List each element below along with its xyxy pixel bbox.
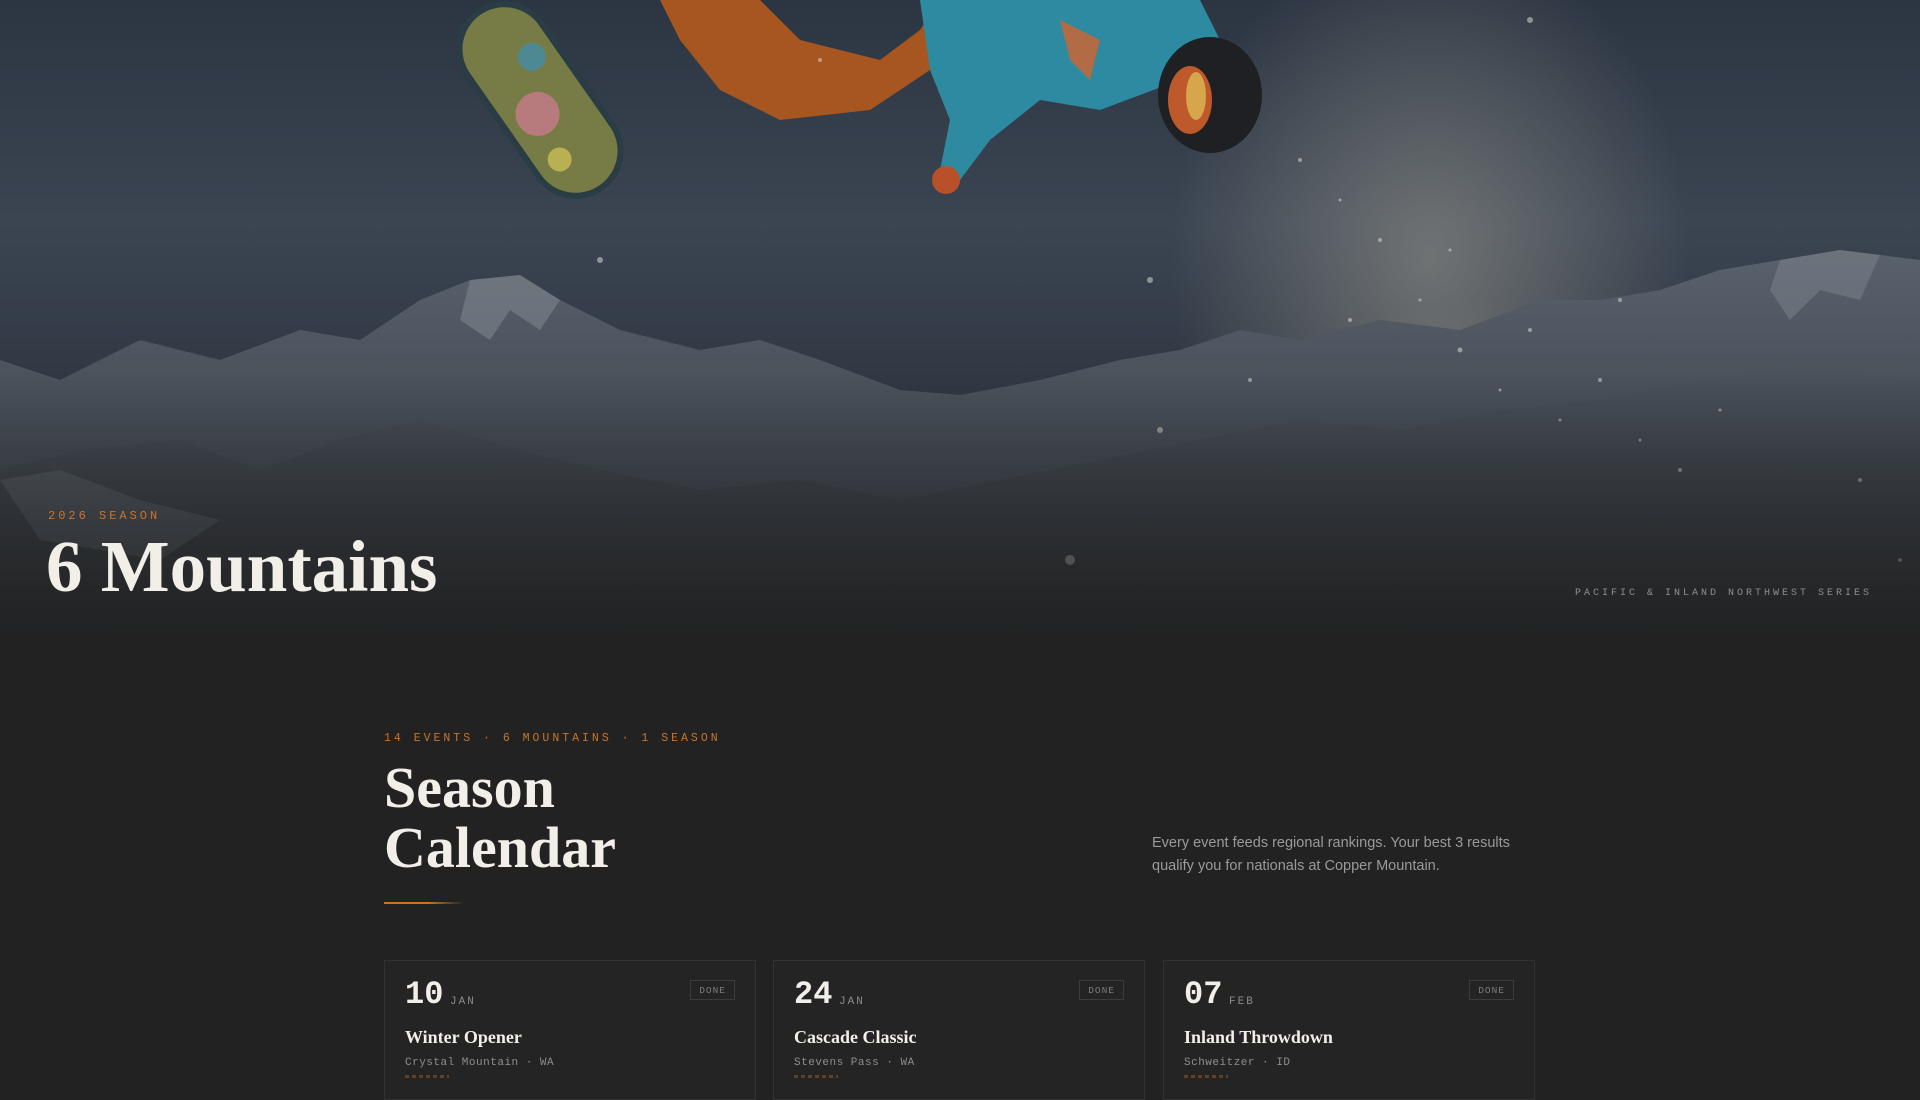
event-location: Schweitzer · ID: [1184, 1057, 1291, 1069]
event-month: FEB: [1229, 996, 1255, 1008]
event-day: 10: [405, 976, 444, 1013]
hero-title: 6 Mountains: [46, 526, 438, 607]
event-name: Inland Throwdown: [1184, 1027, 1333, 1047]
event-location: Stevens Pass · WA: [794, 1057, 915, 1069]
event-month: JAN: [839, 996, 865, 1008]
event-card[interactable]: 24 JAN DONE Cascade Classic Stevens Pass…: [773, 960, 1145, 1100]
event-day: 07: [1184, 976, 1223, 1013]
hero-season-label: 2026 SEASON: [48, 509, 161, 523]
calendar-title: Season Calendar: [384, 755, 616, 880]
status-badge: DONE: [1079, 980, 1124, 1000]
hero-banner: 2026 SEASON 6 Mountains PACIFIC & INLAND…: [0, 0, 1920, 634]
event-name: Winter Opener: [405, 1027, 522, 1047]
hero-series-label: PACIFIC & INLAND NORTHWEST SERIES: [1574, 588, 1872, 599]
event-card[interactable]: 10 JAN DONE Winter Opener Crystal Mounta…: [384, 960, 756, 1100]
season-calendar-section: 14 EVENTS · 6 MOUNTAINS · 1 SEASON Seaso…: [0, 634, 1920, 1100]
event-name: Cascade Classic: [794, 1027, 917, 1047]
calendar-stats-label: 14 EVENTS · 6 MOUNTAINS · 1 SEASON: [384, 732, 721, 745]
event-card-list: 10 JAN DONE Winter Opener Crystal Mounta…: [384, 960, 1536, 1100]
title-underline: [384, 902, 464, 904]
event-card[interactable]: 07 FEB DONE Inland Throwdown Schweitzer …: [1163, 960, 1535, 1100]
event-detail-truncated: [405, 1075, 449, 1078]
event-detail-truncated: [794, 1075, 838, 1078]
event-month: JAN: [450, 996, 476, 1008]
event-detail-truncated: [1184, 1075, 1228, 1078]
event-location: Crystal Mountain · WA: [405, 1057, 555, 1069]
status-badge: DONE: [1469, 980, 1514, 1000]
status-badge: DONE: [690, 980, 735, 1000]
event-day: 24: [794, 976, 833, 1013]
calendar-description: Every event feeds regional rankings. You…: [1152, 835, 1510, 874]
